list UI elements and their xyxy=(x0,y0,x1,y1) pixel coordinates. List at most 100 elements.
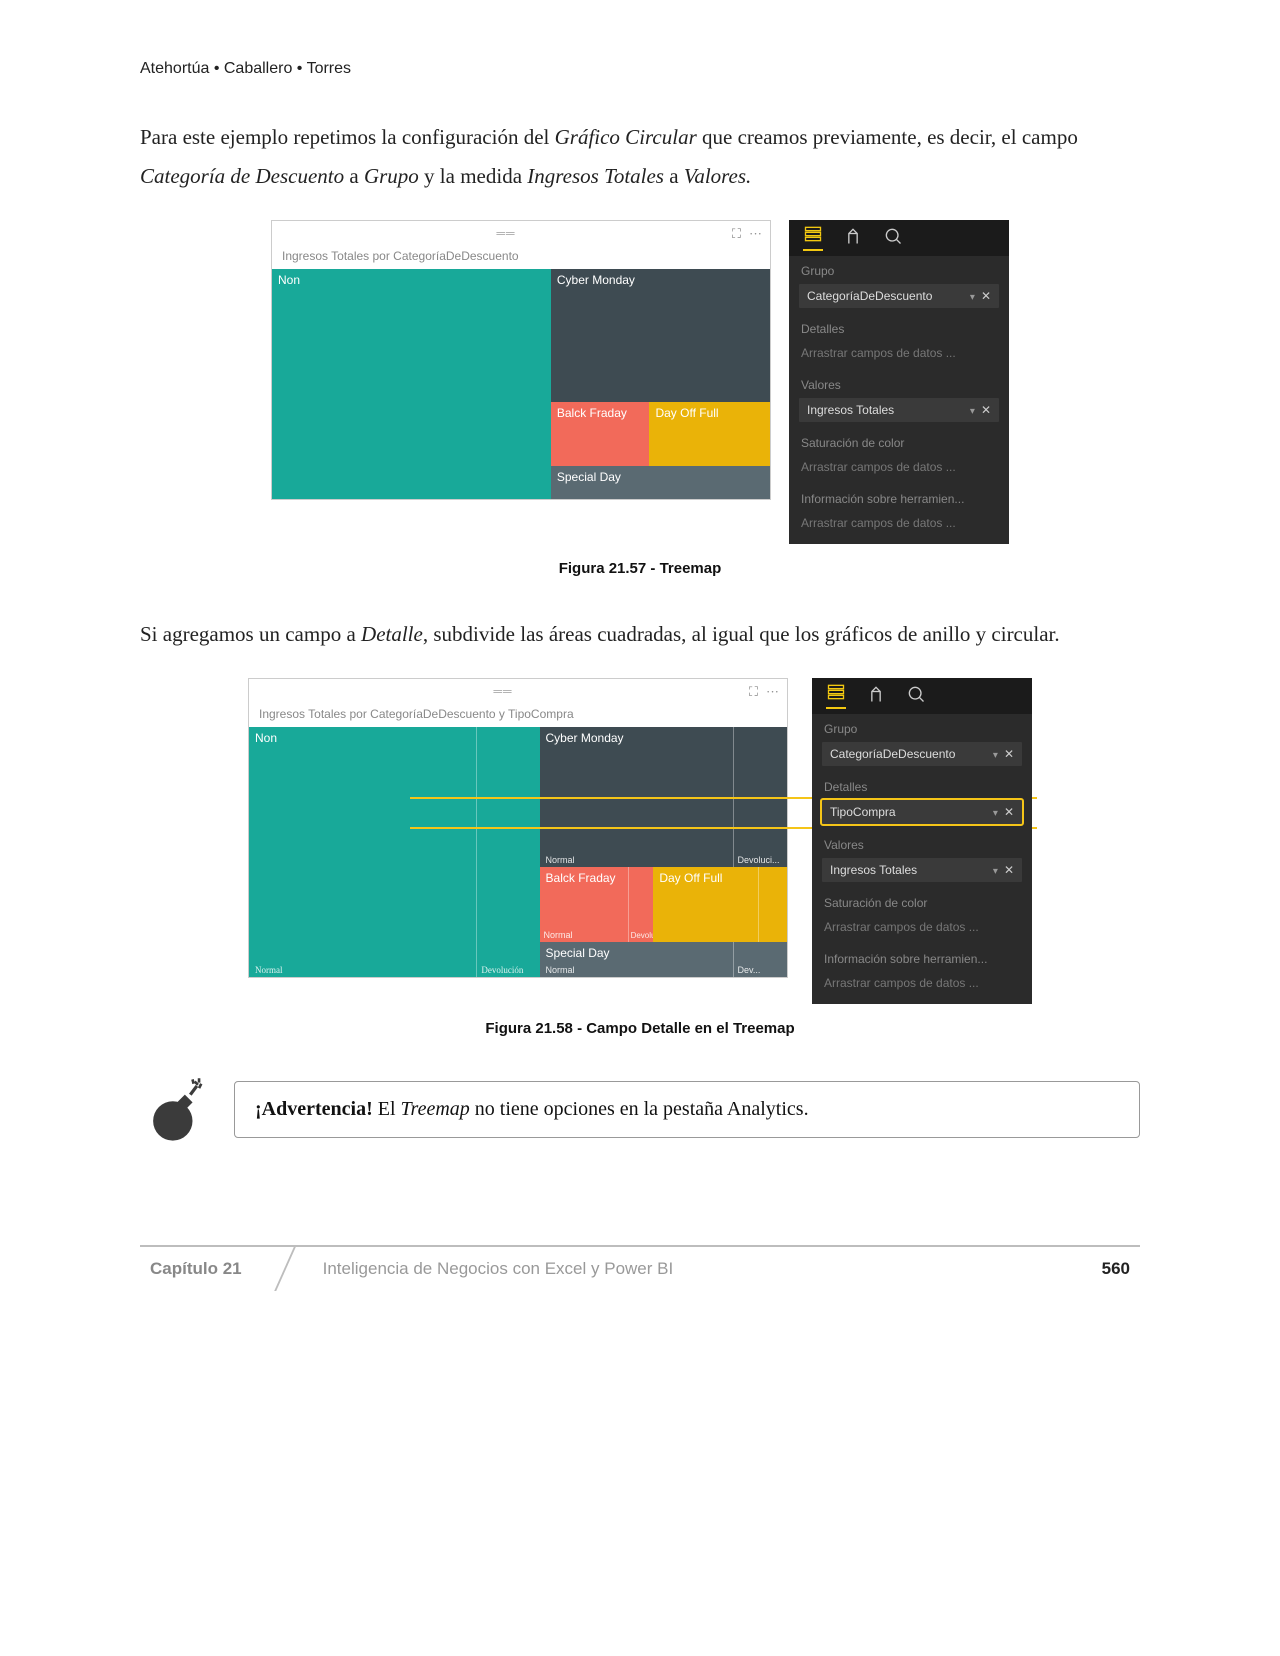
figure-58: ══ ⛶ ··· Ingresos Totales por CategoríaDe… xyxy=(140,678,1140,1004)
analytics-tab-icon[interactable] xyxy=(906,684,926,707)
fields-tab-icon[interactable] xyxy=(803,224,823,251)
drag-grip-icon[interactable]: ══ xyxy=(496,226,515,241)
remove-icon[interactable]: ✕ xyxy=(981,403,991,417)
cell-label: Balck Fraday xyxy=(546,871,616,885)
sublabel-normal: Normal xyxy=(544,930,573,940)
footer-page-number: 560 xyxy=(1092,1247,1140,1291)
treemap-cell-dayoff[interactable]: Day Off Full xyxy=(653,867,787,942)
page-footer: Capítulo 21 Inteligencia de Negocios con… xyxy=(140,1245,1140,1291)
italic: Detalle xyxy=(361,622,423,646)
field-well-grupo-label: Grupo xyxy=(812,714,1032,740)
chevron-down-icon[interactable]: ▾ xyxy=(970,406,975,417)
footer-chapter: Capítulo 21 xyxy=(140,1247,273,1291)
italic: Valores. xyxy=(684,164,751,188)
text: y la medida xyxy=(419,164,527,188)
chip-grupo[interactable]: CategoríaDeDescuento ▾ ✕ xyxy=(799,284,999,308)
focus-icon[interactable]: ⛶ xyxy=(732,226,741,242)
cell-label: Cyber Monday xyxy=(546,731,624,745)
field-well-saturacion-label: Saturación de color xyxy=(812,888,1032,914)
text: que creamos previamente, es decir, el ca… xyxy=(697,125,1078,149)
warning-text-box: ¡Advertencia! El Treemap no tiene opcion… xyxy=(234,1081,1140,1138)
text: El xyxy=(373,1098,401,1120)
treemap-visual-57[interactable]: ══ ⛶ ··· Ingresos Totales por CategoríaDe… xyxy=(271,220,771,500)
drag-grip-icon[interactable]: ══ xyxy=(493,684,512,699)
field-well-saturacion-label: Saturación de color xyxy=(789,428,1009,454)
chart-title: Ingresos Totales por CategoríaDeDescuent… xyxy=(272,247,770,269)
chip-text: CategoríaDeDescuento xyxy=(807,289,932,303)
chip-text: Ingresos Totales xyxy=(830,863,917,877)
field-well-grupo-label: Grupo xyxy=(789,256,1009,282)
chip-text: CategoríaDeDescuento xyxy=(830,747,955,761)
fields-pane-57: Grupo CategoríaDeDescuento▾✕ Detalles Ar… xyxy=(789,220,1009,544)
sublabel-normal: Normal xyxy=(255,965,283,975)
chip-grupo[interactable]: CategoríaDeDescuento ▾ ✕ xyxy=(822,742,1022,766)
chevron-down-icon[interactable]: ▾ xyxy=(970,292,975,303)
remove-icon[interactable]: ✕ xyxy=(981,289,991,303)
format-tab-icon[interactable] xyxy=(843,226,863,249)
paragraph-1: Para este ejemplo repetimos la configura… xyxy=(140,118,1140,196)
pane-tabs xyxy=(812,678,1032,714)
field-well-tooltip-label: Información sobre herramien... xyxy=(789,484,1009,510)
field-well-tooltip-label: Información sobre herramien... xyxy=(812,944,1032,970)
treemap-cell-special[interactable]: Special Day Normal Dev... xyxy=(540,942,787,977)
analytics-tab-icon[interactable] xyxy=(883,226,903,249)
chip-detalle-highlighted[interactable]: TipoCompra ▾ ✕ xyxy=(822,800,1022,824)
sublabel-devolucion: Devolución xyxy=(631,931,654,940)
chip-valores[interactable]: Ingresos Totales ▾ ✕ xyxy=(799,398,999,422)
treemap-cell-cyber[interactable]: Cyber Monday xyxy=(551,269,770,402)
chip-text: TipoCompra xyxy=(830,805,896,819)
figure-57: ══ ⛶ ··· Ingresos Totales por CategoríaDe… xyxy=(140,220,1140,544)
footer-title: Inteligencia de Negocios con Excel y Pow… xyxy=(273,1247,1092,1291)
chevron-down-icon[interactable]: ▾ xyxy=(993,808,998,819)
remove-icon[interactable]: ✕ xyxy=(1004,863,1014,877)
drop-hint[interactable]: Arrastrar campos de datos ... xyxy=(799,456,999,478)
drop-hint[interactable]: Arrastrar campos de datos ... xyxy=(822,916,1022,938)
more-icon[interactable]: ··· xyxy=(749,226,762,242)
page-authors: Atehortúa • Caballero • Torres xyxy=(140,60,1140,78)
drop-hint[interactable]: Arrastrar campos de datos ... xyxy=(799,342,999,364)
treemap-cell-dayoff[interactable]: Day Off Full xyxy=(649,402,770,466)
warning-callout: ¡Advertencia! El Treemap no tiene opcion… xyxy=(140,1075,1140,1145)
figure-57-caption: Figura 21.57 - Treemap xyxy=(140,560,1140,577)
cell-label: Day Off Full xyxy=(659,871,722,885)
paragraph-2: Si agregamos un campo a Detalle, subdivi… xyxy=(140,615,1140,654)
warning-bold: ¡Advertencia! xyxy=(255,1098,373,1120)
treemap-cell-special[interactable]: Special Day xyxy=(551,466,770,498)
sublabel-devoluci: Devoluci... xyxy=(738,855,780,865)
text: Si agregamos un campo a xyxy=(140,622,361,646)
italic: Grupo xyxy=(364,164,419,188)
italic: Gráfico Circular xyxy=(555,125,697,149)
treemap-visual-58[interactable]: ══ ⛶ ··· Ingresos Totales por CategoríaDe… xyxy=(248,678,788,978)
remove-icon[interactable]: ✕ xyxy=(1004,805,1014,819)
chevron-down-icon[interactable]: ▾ xyxy=(993,750,998,761)
chart-title: Ingresos Totales por CategoríaDeDescuent… xyxy=(249,705,787,727)
more-icon[interactable]: ··· xyxy=(766,684,779,700)
focus-icon[interactable]: ⛶ xyxy=(749,684,758,700)
field-well-valores-label: Valores xyxy=(789,370,1009,396)
treemap-cell-non[interactable]: Non xyxy=(272,269,551,499)
chip-valores[interactable]: Ingresos Totales ▾ ✕ xyxy=(822,858,1022,882)
bomb-icon xyxy=(140,1075,210,1145)
treemap-cell-black[interactable]: Balck Fraday xyxy=(551,402,650,466)
pane-tabs xyxy=(789,220,1009,256)
figure-58-caption: Figura 21.58 - Campo Detalle en el Treem… xyxy=(140,1020,1140,1037)
chevron-down-icon[interactable]: ▾ xyxy=(993,866,998,877)
sublabel-normal: Normal xyxy=(546,965,575,975)
treemap-cell-black[interactable]: Balck Fraday Normal Devolución xyxy=(540,867,654,942)
sublabel-dev: Dev... xyxy=(738,965,761,975)
sublabel-devolucion: Devolución xyxy=(481,965,523,975)
treemap-cell-cyber[interactable]: Cyber Monday Normal Devoluci... xyxy=(540,727,787,867)
treemap-cell-non[interactable]: Non xyxy=(249,727,540,977)
cell-label: Special Day xyxy=(546,946,610,960)
format-tab-icon[interactable] xyxy=(866,684,886,707)
italic: Treemap xyxy=(401,1098,470,1120)
remove-icon[interactable]: ✕ xyxy=(1004,747,1014,761)
text: a xyxy=(344,164,364,188)
fields-tab-icon[interactable] xyxy=(826,682,846,709)
fields-pane-58: Grupo CategoríaDeDescuento ▾ ✕ Detalles Ti… xyxy=(812,678,1032,1004)
drop-hint[interactable]: Arrastrar campos de datos ... xyxy=(799,512,999,534)
chip-text: Ingresos Totales xyxy=(807,403,894,417)
text: no tiene opciones en la pestaña Analytic… xyxy=(470,1098,809,1120)
field-well-detalles-label: Detalles xyxy=(812,772,1032,798)
drop-hint[interactable]: Arrastrar campos de datos ... xyxy=(822,972,1022,994)
